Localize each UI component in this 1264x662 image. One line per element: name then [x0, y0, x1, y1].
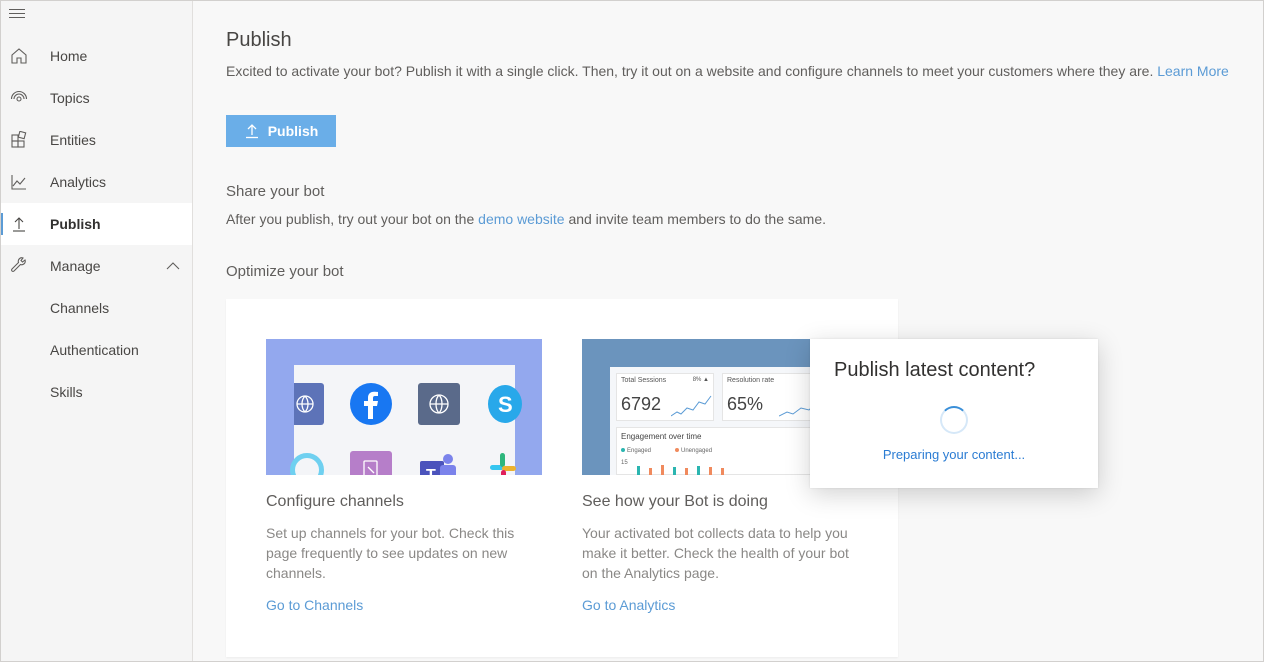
- loading-spinner-icon: [940, 406, 968, 434]
- sidebar-item-label: Publish: [50, 216, 101, 232]
- legend-engaged-label: Engaged: [627, 448, 652, 454]
- resolution-label: Resolution rate: [727, 377, 775, 384]
- legend-unengaged-label: Unengaged: [681, 448, 713, 454]
- channels-illustration: S T: [266, 339, 542, 475]
- page-title: Publish: [226, 29, 292, 51]
- intro-text-body: Excited to activate your bot? Publish it…: [226, 63, 1154, 79]
- engagement-label: Engagement over time: [621, 432, 702, 441]
- wrench-icon: [11, 257, 26, 272]
- channels-frame: [294, 365, 515, 475]
- sidebar-item-label: Home: [50, 48, 88, 64]
- sidebar-item-home[interactable]: Home: [1, 35, 192, 77]
- topics-icon: [10, 91, 28, 102]
- card-title: See how your Bot is doing: [582, 493, 768, 510]
- sessions-sparkline: [671, 395, 712, 417]
- facebook-icon: [350, 383, 392, 425]
- sidebar-item-publish[interactable]: Publish: [1, 203, 192, 245]
- demo-website-link[interactable]: demo website: [478, 211, 564, 227]
- dialog-title: Publish latest content?: [834, 359, 1036, 381]
- svg-text:T: T: [426, 467, 436, 475]
- sidebar-item-authentication[interactable]: Authentication: [1, 329, 192, 371]
- sidebar-item-manage[interactable]: Manage: [1, 245, 192, 287]
- optimize-card-panel: S T Configure channels Set up channels f…: [226, 299, 898, 657]
- sidebar-item-label: Manage: [50, 258, 101, 274]
- configure-channels-card: S T Configure channels Set up channels f…: [266, 339, 542, 613]
- main-content: Publish Excited to activate your bot? Pu…: [194, 1, 1263, 661]
- svg-text:S: S: [498, 392, 513, 417]
- legend-unengaged: Unengaged: [675, 448, 712, 454]
- card-title: Configure channels: [266, 493, 404, 510]
- learn-more-link[interactable]: Learn More: [1157, 63, 1229, 79]
- sidebar-item-label: Analytics: [50, 174, 107, 190]
- sidebar-item-label: Entities: [50, 132, 96, 148]
- app-icon: [350, 451, 392, 475]
- total-sessions-tile: Total Sessions 8% ▲ 6792: [616, 373, 714, 421]
- sidebar-item-topics[interactable]: Topics: [1, 77, 192, 119]
- resolution-value: 65%: [727, 394, 764, 414]
- publish-dialog: Publish latest content? Preparing your c…: [810, 339, 1098, 488]
- axis-tick: 15: [621, 460, 628, 466]
- teams-icon: T: [418, 453, 458, 475]
- share-text-before: After you publish, try out your bot on t…: [226, 211, 475, 227]
- analytics-icon: [11, 175, 26, 190]
- sidebar-item-label: Authentication: [50, 342, 139, 358]
- share-text-after: and invite team members to do the same.: [568, 211, 827, 227]
- sidebar-item-label: Channels: [50, 300, 110, 316]
- engagement-bars: [637, 465, 724, 475]
- slack-icon: [486, 451, 520, 475]
- publish-icon: [13, 217, 25, 232]
- publish-button[interactable]: Publish: [226, 115, 336, 147]
- total-sessions-label: Total Sessions: [621, 377, 667, 384]
- sidebar-item-label: Skills: [50, 384, 83, 400]
- sidebar-item-analytics[interactable]: Analytics: [1, 161, 192, 203]
- sidebar-item-label: Topics: [50, 90, 90, 106]
- web-globe-icon: [418, 383, 460, 425]
- chevron-up-icon[interactable]: [166, 259, 180, 273]
- engagement-tile: Engagement over time Engaged Unengaged 1…: [616, 427, 832, 475]
- legend-engaged: Engaged: [621, 448, 651, 454]
- go-to-analytics-link[interactable]: Go to Analytics: [582, 597, 858, 613]
- globe-person-icon: [294, 383, 324, 425]
- card-text: Set up channels for your bot. Check this…: [266, 525, 515, 581]
- sidebar-item-entities[interactable]: Entities: [1, 119, 192, 161]
- total-sessions-value: 6792: [621, 394, 662, 414]
- total-sessions-delta: 8% ▲: [692, 377, 709, 383]
- sidebar-item-skills[interactable]: Skills: [1, 371, 192, 413]
- share-title: Share your bot: [226, 183, 325, 200]
- hamburger-menu-icon[interactable]: [9, 6, 29, 22]
- entities-icon: [11, 131, 27, 148]
- sidebar-item-channels[interactable]: Channels: [1, 287, 192, 329]
- optimize-title: Optimize your bot: [226, 263, 344, 280]
- intro-text: Excited to activate your bot? Publish it…: [226, 63, 1229, 79]
- go-to-channels-link[interactable]: Go to Channels: [266, 597, 542, 613]
- publish-button-label: Publish: [267, 123, 319, 139]
- sidebar: Home Topics Entities Analytics Publish M…: [1, 1, 193, 661]
- share-text: After you publish, try out your bot on t…: [226, 211, 826, 227]
- skype-icon: S: [488, 385, 522, 423]
- upload-icon: [245, 124, 258, 139]
- card-text: Your activated bot collects data to help…: [582, 525, 849, 581]
- dialog-status-text: Preparing your content...: [882, 447, 1026, 462]
- home-icon: [11, 48, 27, 64]
